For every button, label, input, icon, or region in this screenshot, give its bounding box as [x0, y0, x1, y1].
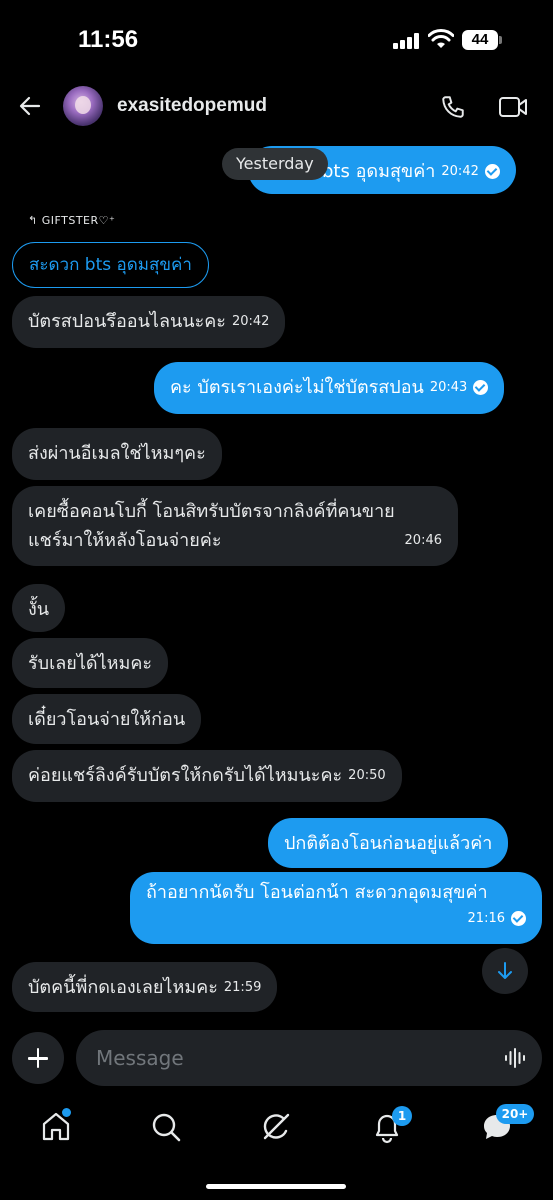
message-list[interactable]: bts อุดมสุขค่า 20:42 Yesterday ↰ GIFTSTER…: [0, 140, 553, 1020]
messages-badge: 20+: [496, 1104, 534, 1124]
message-time: 20:43: [429, 380, 468, 395]
arrow-down-icon: [498, 962, 512, 979]
message-text: แชร์มาให้หลังโอนจ่ายค่ะ: [28, 530, 222, 551]
message-text: งั้น: [28, 599, 50, 620]
message-text: คะ บัตรเราเองค่ะไม่ใช่บัตรสปอน: [170, 377, 424, 398]
message-text: ค่อยแชร์ลิงค์รับบัตรให้กดรับได้ไหมนะคะ: [28, 765, 343, 786]
back-arrow-icon[interactable]: [18, 94, 42, 118]
conversation-username[interactable]: exasitedopemud: [117, 95, 267, 117]
date-separator: Yesterday: [222, 148, 328, 180]
cellular-signal-icon: [393, 33, 421, 49]
message-text: บัตรสปอนรึออนไลนนะคะ: [28, 311, 226, 332]
add-attachment-button[interactable]: [12, 1032, 64, 1084]
reply-label: ↰ GIFTSTER♡⁺: [28, 214, 115, 227]
message-text: รับเลยได้ไหมคะ: [28, 653, 153, 674]
message-bubble-in[interactable]: รับเลยได้ไหมคะ: [12, 638, 169, 688]
conversation-header: exasitedopemud: [0, 80, 553, 136]
notifications-badge: 1: [392, 1106, 412, 1126]
message-text: ถ้าอยากนัดรับ โอนต่อกน้า สะดวกอุดมสุขค่า: [146, 882, 488, 903]
message-bubble-out[interactable]: ถ้าอยากนัดรับ โอนต่อกน้า สะดวกอุดมสุขค่า…: [130, 872, 542, 944]
message-bubble-in[interactable]: บัตรสปอนรึออนไลนนะคะ 20:42: [12, 296, 286, 348]
sent-check-icon: [473, 379, 489, 395]
nav-notifications[interactable]: 1: [370, 1106, 412, 1144]
message-bubble-in[interactable]: ส่งผ่านอีเมลใช่ไหมๆคะ: [12, 428, 222, 480]
nav-search[interactable]: [149, 1110, 183, 1144]
grok-icon: [263, 1113, 290, 1140]
video-call-icon[interactable]: [498, 94, 528, 120]
message-text: บัตคนี้พี่กดเองเลยไหมคะ: [28, 977, 218, 998]
message-bubble-in[interactable]: งั้น: [12, 584, 66, 632]
nav-grok[interactable]: [259, 1110, 293, 1144]
message-text-line: แชร์มาให้หลังโอนจ่ายค่ะ 20:46: [28, 526, 442, 555]
quoted-message[interactable]: สะดวก bts อุดมสุขค่า: [12, 242, 209, 288]
wifi-icon: [428, 29, 454, 48]
message-bubble-in[interactable]: บัตคนี้พี่กดเองเลยไหมคะ 21:59: [12, 962, 278, 1012]
message-text: ปกติต้องโอนก่อนอยู่แล้วค่า: [284, 833, 493, 854]
message-text: bts อุดมสุขค่า: [322, 161, 436, 182]
home-unread-dot: [62, 1108, 71, 1117]
status-bar: 11:56 44: [0, 0, 553, 80]
sent-check-icon: [511, 910, 526, 926]
message-composer: [0, 1030, 553, 1086]
reply-arrow-icon: ↰: [28, 214, 42, 227]
sent-check-icon: [484, 163, 500, 179]
message-time: 20:46: [404, 533, 442, 548]
scroll-to-bottom-button[interactable]: [482, 948, 528, 994]
message-text: เดี๋ยวโอนจ่ายให้ก่อน: [28, 709, 186, 730]
message-time: 21:59: [223, 980, 262, 995]
message-time: 21:16: [467, 911, 505, 926]
battery-icon: 44: [462, 30, 498, 50]
search-icon: [152, 1113, 181, 1142]
nav-home[interactable]: [39, 1108, 73, 1144]
message-text-line: เคยซื้อคอนโบกี้ โอนสิทรับบัตรจากลิงค์ที่…: [28, 501, 395, 522]
avatar[interactable]: [63, 86, 103, 126]
message-bubble-in[interactable]: เดี๋ยวโอนจ่ายให้ก่อน: [12, 694, 202, 744]
message-meta: 21:16: [146, 906, 526, 932]
message-bubble-out[interactable]: ปกติต้องโอนก่อนอยู่แล้วค่า: [268, 818, 509, 868]
message-time: 20:42: [231, 314, 270, 329]
message-input[interactable]: [76, 1030, 542, 1086]
battery-tip: [499, 36, 502, 44]
reply-author: GIFTSTER♡⁺: [41, 214, 116, 227]
voice-message-icon[interactable]: [503, 1046, 527, 1070]
home-indicator: [206, 1184, 346, 1189]
message-bubble-in[interactable]: ค่อยแชร์ลิงค์รับบัตรให้กดรับได้ไหมนะคะ 20…: [12, 750, 402, 802]
message-time: 20:42: [441, 164, 479, 179]
nav-messages[interactable]: 20+: [480, 1104, 534, 1144]
status-time: 11:56: [78, 26, 139, 53]
message-bubble-in[interactable]: เคยซื้อคอนโบกี้ โอนสิทรับบัตรจากลิงค์ที่…: [12, 486, 458, 566]
message-text: ส่งผ่านอีเมลใช่ไหมๆคะ: [28, 443, 206, 464]
message-time: 20:50: [348, 768, 386, 783]
phone-icon[interactable]: [440, 94, 466, 120]
message-bubble-out[interactable]: คะ บัตรเราเองค่ะไม่ใช่บัตรสปอน 20:43: [154, 362, 505, 414]
